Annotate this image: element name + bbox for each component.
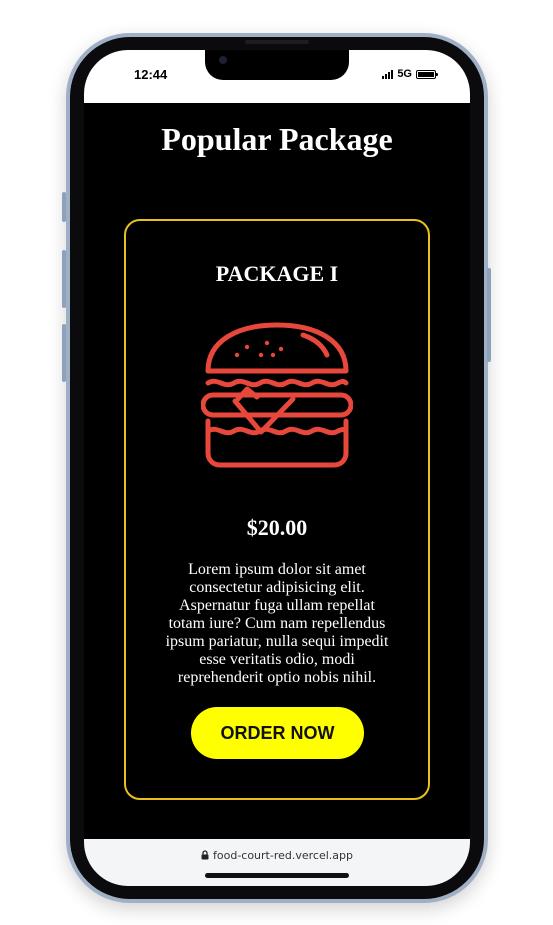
burger-icon: [201, 322, 353, 468]
speaker-grille: [245, 40, 309, 44]
signal-icon: [382, 69, 394, 79]
screen: 12:44 5G Popular Package PACKAGE I $20.0…: [84, 50, 470, 886]
browser-url-bar[interactable]: food-court-red.vercel.app: [84, 839, 470, 886]
network-label: 5G: [397, 68, 412, 80]
silent-switch: [62, 192, 66, 222]
package-description: Lorem ipsum dolor sit amet consectetur a…: [165, 561, 389, 686]
url-display: food-court-red.vercel.app: [84, 849, 470, 862]
volume-down-button: [62, 324, 66, 382]
home-indicator[interactable]: [205, 873, 349, 878]
package-name: PACKAGE I: [215, 261, 339, 286]
page-content: Popular Package PACKAGE I $20.00 Lorem i…: [84, 103, 470, 839]
front-camera: [219, 56, 227, 64]
battery-icon: [416, 69, 438, 79]
order-now-button[interactable]: ORDER NOW: [191, 707, 364, 759]
url-text: food-court-red.vercel.app: [213, 849, 353, 862]
status-time: 12:44: [134, 67, 168, 82]
lock-icon: [201, 850, 209, 860]
notch: [205, 50, 349, 80]
package-price: $20.00: [246, 515, 308, 540]
power-button: [487, 268, 491, 362]
page-title: Popular Package: [161, 121, 393, 157]
package-card: PACKAGE I $20.00 Lorem ipsum dolor sit a…: [124, 219, 430, 800]
status-indicators: 5G: [382, 68, 438, 80]
volume-up-button: [62, 250, 66, 308]
